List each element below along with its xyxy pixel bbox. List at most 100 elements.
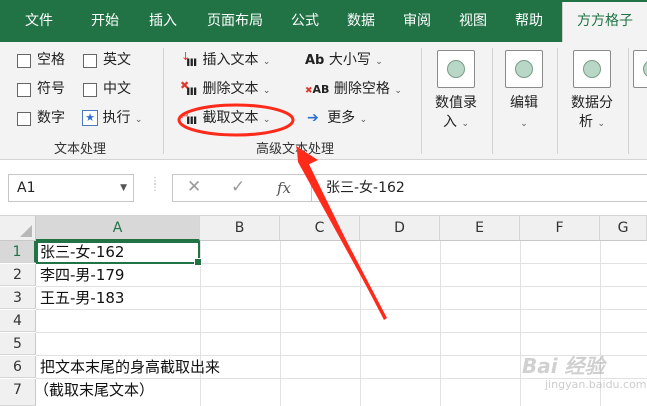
- select-all-corner[interactable]: [0, 216, 36, 241]
- tab-insert[interactable]: 插入: [138, 0, 188, 42]
- checkbox-number[interactable]: [17, 112, 31, 126]
- cell-a7[interactable]: （截取末尾文本）: [34, 379, 154, 401]
- selected-cell-outline: [36, 241, 202, 266]
- formula-bar: A1 ▼ ⋮ ⋮ ✕ ✓ fx 张三-女-162: [0, 160, 647, 216]
- watermark-url: jingyan.baidu.com: [545, 378, 647, 391]
- confirm-icon[interactable]: ✓: [231, 177, 245, 197]
- cell-a6[interactable]: 把文本末尾的身高截取出来: [40, 356, 220, 378]
- partial-ribbon-button[interactable]: [633, 50, 647, 94]
- ribbon-tab-bar: 文件 开始 插入 页面布局 公式 数据 审阅 视图 帮助 方方格子: [0, 0, 647, 42]
- column-header-f[interactable]: F: [520, 216, 600, 241]
- cell-a3[interactable]: 王五-男-183: [40, 287, 124, 309]
- column-header-a[interactable]: A: [36, 216, 200, 241]
- formula-controls: ✕ ✓ fx: [172, 174, 312, 202]
- column-header-c[interactable]: C: [280, 216, 360, 241]
- checkbox-chinese[interactable]: [83, 83, 97, 97]
- column-header-d[interactable]: D: [360, 216, 440, 241]
- chevron-down-icon: ⌄: [262, 86, 271, 96]
- checkbox-english[interactable]: [83, 54, 97, 68]
- group-divider: [492, 48, 493, 154]
- chevron-down-icon: ⌄: [262, 57, 271, 67]
- row-header-3[interactable]: 3: [0, 287, 36, 309]
- checkbox-space[interactable]: [17, 54, 31, 68]
- chevron-down-icon[interactable]: ▼: [120, 175, 127, 201]
- ribbon-panel: 空格 英文 符号 中文 数字 ★ 执行 ⌄ 文本处理 ↓ ııı 插入文本 ⌄ …: [0, 42, 647, 160]
- arrow-right-icon: ➔: [307, 110, 319, 126]
- drag-handle-icon[interactable]: ⋮ ⋮: [150, 177, 160, 193]
- formula-input[interactable]: 张三-女-162: [312, 174, 647, 202]
- chevron-down-icon: ⌄: [597, 119, 605, 129]
- chevron-down-icon: ⌄: [262, 115, 271, 125]
- data-analysis-button[interactable]: 数据分 析 ⌄: [561, 50, 623, 134]
- name-box[interactable]: A1 ▼: [8, 174, 134, 202]
- group-divider: [557, 48, 558, 154]
- case-icon: Ab: [305, 53, 325, 68]
- cancel-icon[interactable]: ✕: [187, 177, 201, 197]
- row-header-7[interactable]: 7: [0, 379, 36, 406]
- numeric-entry-label-1: 数值录: [435, 95, 477, 111]
- execute-button[interactable]: ★ 执行 ⌄: [82, 108, 142, 128]
- extract-text-label: 截取文本: [202, 110, 259, 126]
- data-analysis-label-1: 数据分: [571, 95, 613, 111]
- group-divider: [421, 48, 422, 154]
- checkbox-number-label: 数字: [37, 110, 65, 126]
- row-header-4[interactable]: 4: [0, 310, 36, 332]
- case-label: 大小写: [328, 52, 371, 68]
- data-analysis-icon: [573, 50, 611, 88]
- insert-text-icon: ↓ ııı: [181, 50, 197, 70]
- more-label: 更多: [327, 110, 356, 126]
- tab-page-layout[interactable]: 页面布局: [196, 0, 274, 42]
- extract-text-icon: ↩ ııı: [180, 111, 197, 128]
- group-label-advanced-text: 高级文本处理: [255, 142, 334, 157]
- tab-view[interactable]: 视图: [448, 0, 498, 42]
- checkbox-symbol-label: 符号: [37, 81, 65, 97]
- name-box-value: A1: [17, 180, 36, 196]
- group-divider: [163, 48, 164, 154]
- tab-home[interactable]: 开始: [80, 0, 130, 42]
- tab-formulas[interactable]: 公式: [280, 0, 330, 42]
- checkbox-space-label: 空格: [37, 52, 65, 68]
- column-header-e[interactable]: E: [440, 216, 520, 241]
- checkbox-english-label: 英文: [103, 52, 131, 68]
- edit-button[interactable]: 编辑 ⌄: [496, 50, 552, 134]
- numeric-entry-icon: [437, 50, 475, 88]
- column-header-b[interactable]: B: [200, 216, 280, 241]
- delete-spaces-button[interactable]: ✖AB 删除空格 ⌄: [305, 79, 402, 99]
- execute-label: 执行: [102, 110, 131, 126]
- delete-text-icon: ✖ ııı: [180, 79, 197, 99]
- group-label-text-processing: 文本处理: [53, 142, 106, 157]
- delete-spaces-label: 删除空格: [333, 81, 390, 97]
- star-icon: ★: [82, 110, 98, 126]
- numeric-entry-button[interactable]: 数值录 入 ⌄: [426, 50, 486, 134]
- delete-text-label: 删除文本: [202, 81, 259, 97]
- tab-review[interactable]: 审阅: [392, 0, 442, 42]
- insert-function-icon[interactable]: fx: [277, 179, 291, 197]
- row-header-6[interactable]: 6: [0, 356, 36, 378]
- numeric-entry-label-2: 入: [443, 114, 457, 130]
- insert-text-button[interactable]: ↓ ııı 插入文本 ⌄: [180, 50, 270, 70]
- delete-spaces-icon: ✖AB: [305, 83, 330, 96]
- tab-fangfang-gezi[interactable]: 方方格子: [562, 2, 647, 42]
- case-button[interactable]: Ab 大小写 ⌄: [305, 50, 383, 70]
- row-header-1[interactable]: 1: [0, 241, 36, 263]
- tab-help[interactable]: 帮助: [504, 0, 554, 42]
- tab-data[interactable]: 数据: [336, 0, 386, 42]
- delete-text-button[interactable]: ✖ ııı 删除文本 ⌄: [180, 79, 270, 99]
- insert-text-label: 插入文本: [202, 52, 259, 68]
- group-divider: [628, 48, 629, 154]
- row-header-5[interactable]: 5: [0, 333, 36, 355]
- partial-icon: [633, 50, 647, 88]
- edit-label: 编辑: [510, 95, 538, 111]
- row-header-2[interactable]: 2: [0, 264, 36, 286]
- more-button[interactable]: ➔ 更多 ⌄: [307, 108, 367, 128]
- cell-a2[interactable]: 李四-男-179: [40, 264, 124, 286]
- column-header-g[interactable]: G: [600, 216, 647, 241]
- edit-icon: [505, 50, 543, 88]
- tab-file[interactable]: 文件: [14, 0, 64, 42]
- watermark-logo: Bai 经验: [522, 354, 605, 378]
- extract-text-button[interactable]: ↩ ııı 截取文本 ⌄: [180, 108, 270, 128]
- checkbox-symbol[interactable]: [17, 83, 31, 97]
- chevron-down-icon: ⌄: [520, 119, 528, 129]
- data-analysis-label-2: 析: [579, 114, 593, 130]
- chevron-down-icon: ⌄: [359, 115, 368, 125]
